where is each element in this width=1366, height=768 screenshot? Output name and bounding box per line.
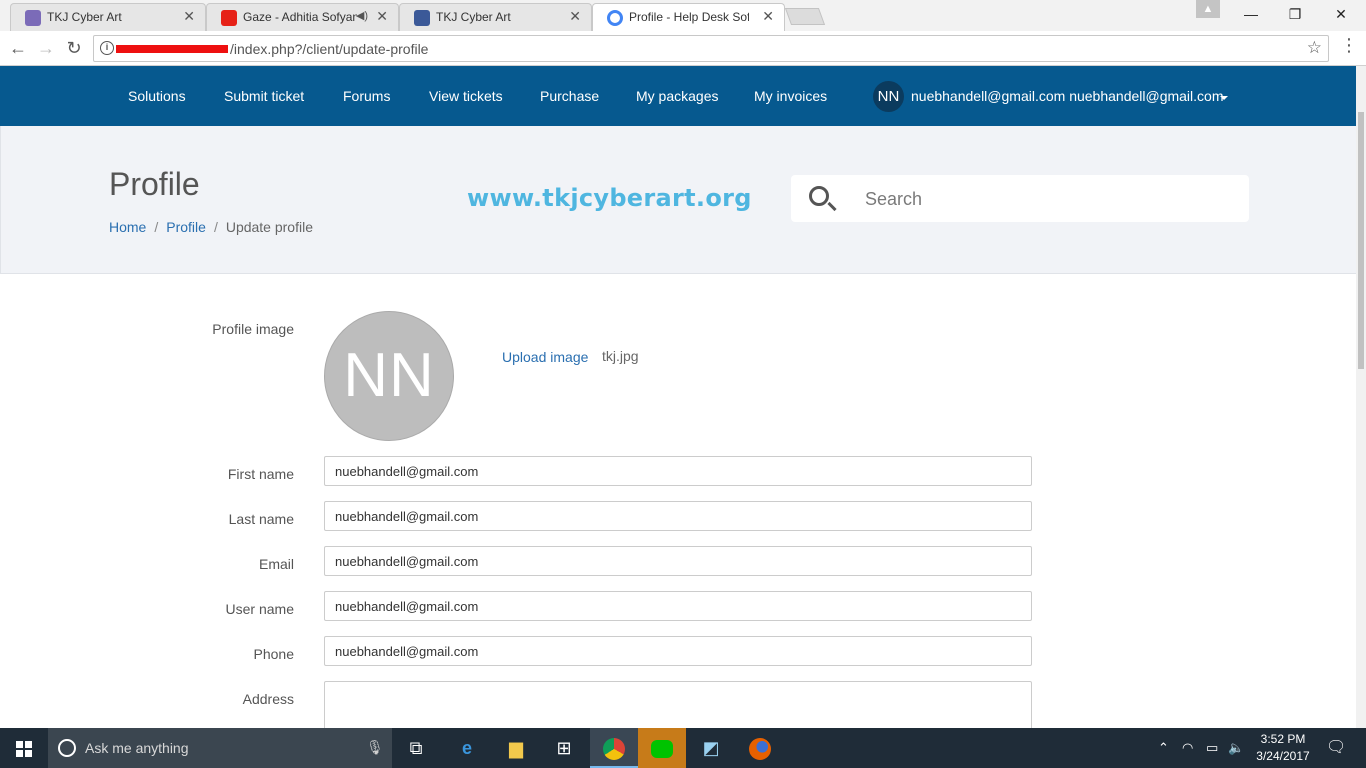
facebook-favicon-icon (414, 10, 430, 26)
minimize-button[interactable]: — (1228, 0, 1274, 28)
email-field[interactable] (324, 546, 1032, 576)
nav-view-tickets[interactable]: View tickets (429, 88, 503, 104)
breadcrumb-separator: / (154, 219, 159, 235)
first-name-label: First name (227, 466, 294, 482)
nav-forums[interactable]: Forums (343, 88, 390, 104)
app-window-icon[interactable]: ◩ (687, 728, 735, 768)
tab-title: Profile - Help Desk Softw (629, 10, 749, 24)
last-name-field[interactable] (324, 501, 1032, 531)
search-input[interactable] (865, 185, 1235, 213)
system-clock[interactable]: 3:52 PM 3/24/2017 (1250, 731, 1316, 765)
nav-submit-ticket[interactable]: Submit ticket (224, 88, 304, 104)
start-button[interactable] (0, 728, 48, 768)
windows-logo-icon (16, 741, 32, 757)
address-url[interactable]: /index.php?/client/update-profile (230, 41, 428, 57)
browser-tab-2[interactable]: Gaze - Adhitia Sofyan ◀) ✕ (206, 3, 399, 31)
edge-browser-icon[interactable]: e (443, 728, 491, 768)
user-menu[interactable]: nuebhandell@gmail.com nuebhandell@gmail.… (911, 88, 1224, 104)
clock-date: 3/24/2017 (1256, 749, 1310, 763)
phone-label: Phone (253, 646, 294, 662)
file-explorer-icon[interactable]: ▆ (492, 728, 540, 768)
close-tab-icon[interactable]: ✕ (183, 8, 195, 25)
breadcrumb-current: Update profile (225, 219, 313, 235)
breadcrumb-separator: / (213, 219, 218, 235)
cortana-placeholder: Ask me anything (85, 740, 189, 756)
last-name-label: Last name (228, 511, 294, 527)
nav-my-invoices[interactable]: My invoices (754, 88, 827, 104)
back-arrow-icon[interactable]: ← (6, 36, 30, 60)
wifi-icon[interactable]: ◠ (1182, 728, 1193, 768)
breadcrumb-profile[interactable]: Profile (166, 219, 206, 235)
address-bar[interactable]: i /index.php?/client/update-profile ☆ (93, 35, 1329, 62)
profile-image-label: Profile image (212, 321, 294, 337)
tab-title: TKJ Cyber Art (436, 10, 511, 24)
watermark-text: www.tkjcyberart.org (467, 184, 752, 212)
site-navbar: Solutions Submit ticket Forums View tick… (0, 66, 1356, 126)
chevron-up-icon[interactable]: ⌃ (1158, 728, 1169, 768)
browser-tab-4-active[interactable]: Profile - Help Desk Softw ✕ (592, 3, 785, 31)
browser-tab-1[interactable]: TKJ Cyber Art ✕ (10, 3, 206, 31)
nav-solutions[interactable]: Solutions (128, 88, 186, 104)
breadcrumb: Home / Profile / Update profile (109, 219, 313, 235)
breadcrumb-home[interactable]: Home (109, 219, 146, 235)
browser-tab-3[interactable]: TKJ Cyber Art ✕ (399, 3, 592, 31)
search-icon (809, 186, 829, 206)
close-window-button[interactable]: ✕ (1318, 0, 1364, 28)
bookmark-star-icon[interactable]: ☆ (1307, 38, 1322, 58)
clock-time: 3:52 PM (1260, 732, 1306, 746)
audio-playing-icon[interactable]: ◀) (356, 9, 368, 22)
chrome-icon[interactable] (590, 728, 638, 768)
microphone-icon[interactable]: 🎙 (366, 739, 384, 756)
windows-taskbar: Ask me anything 🎙 ⧉ e ▆ ⊞ ◩ ⌃ ◠ ▭ 🔈 3:52… (0, 728, 1366, 768)
tab-title: TKJ Cyber Art (47, 10, 122, 24)
email-label: Email (258, 556, 294, 572)
nav-my-packages[interactable]: My packages (636, 88, 718, 104)
profile-avatar: NN (324, 311, 454, 441)
store-icon[interactable]: ⊞ (540, 728, 588, 768)
tkj-favicon-icon (25, 10, 41, 26)
first-name-field[interactable] (324, 456, 1032, 486)
line-app-icon[interactable] (638, 728, 686, 768)
username-field[interactable] (324, 591, 1032, 621)
close-tab-icon[interactable]: ✕ (762, 8, 774, 25)
battery-icon[interactable]: ▭ (1206, 728, 1218, 768)
page-scrollbar[interactable] (1356, 66, 1366, 728)
google-favicon-icon (607, 10, 623, 26)
browser-menu-icon[interactable]: ⋮ (1340, 35, 1358, 56)
chevron-down-icon[interactable] (1220, 96, 1228, 100)
browser-toolbar: ← → ↻ i /index.php?/client/update-profil… (0, 31, 1366, 66)
upload-image-link[interactable]: Upload image (502, 349, 588, 365)
close-tab-icon[interactable]: ✕ (569, 8, 581, 25)
firefox-icon[interactable] (736, 728, 784, 768)
reload-icon[interactable]: ↻ (62, 36, 86, 60)
close-tab-icon[interactable]: ✕ (376, 8, 388, 25)
browser-profile-icon[interactable]: ▲ (1196, 0, 1220, 18)
site-info-icon[interactable]: i (100, 41, 114, 55)
address-textarea[interactable] (324, 681, 1032, 728)
action-center-icon[interactable]: 🗨 (1326, 728, 1346, 768)
cortana-search-box[interactable]: Ask me anything 🎙 (48, 728, 392, 768)
nav-purchase[interactable]: Purchase (540, 88, 599, 104)
forward-arrow-icon[interactable]: → (34, 36, 58, 60)
selected-filename: tkj.jpg (602, 348, 639, 364)
page-title: Profile (109, 166, 200, 202)
new-tab-button[interactable] (784, 8, 826, 25)
task-view-icon[interactable]: ⧉ (392, 728, 440, 768)
phone-field[interactable] (324, 636, 1032, 666)
volume-icon[interactable]: 🔈 (1228, 728, 1244, 768)
cortana-icon (58, 739, 76, 757)
search-box[interactable] (791, 175, 1249, 222)
tab-strip: TKJ Cyber Art ✕ Gaze - Adhitia Sofyan ◀)… (0, 0, 1366, 31)
username-label: User name (225, 601, 294, 617)
youtube-favicon-icon (221, 10, 237, 26)
scrollbar-thumb[interactable] (1358, 112, 1364, 369)
tab-title: Gaze - Adhitia Sofyan (243, 10, 357, 24)
page-viewport: Solutions Submit ticket Forums View tick… (0, 66, 1356, 728)
page-header: Profile Home / Profile / Update profile www.… (0, 126, 1356, 274)
redacted-domain (116, 45, 228, 53)
maximize-button[interactable]: ❐ (1272, 0, 1318, 28)
user-avatar[interactable]: NN (873, 81, 904, 112)
address-label: Address (242, 691, 294, 707)
